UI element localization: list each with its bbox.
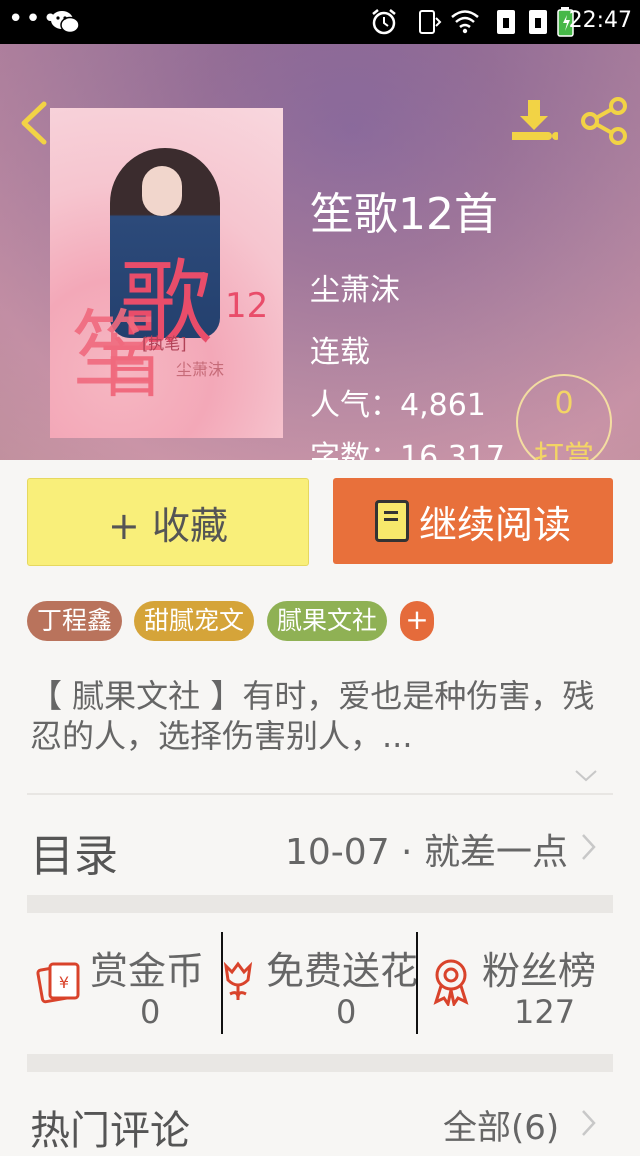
book-icon [374, 500, 409, 542]
vibrate-icon [419, 10, 442, 34]
tag-chip[interactable]: 腻果文社 [267, 601, 388, 641]
chevron-right-icon [582, 834, 596, 860]
status-bar: ••• 22:47 [0, 0, 640, 44]
section-separator [27, 895, 613, 913]
cover-author: 尘萧沫 [176, 360, 225, 379]
tag-chip[interactable]: 丁程鑫 [27, 601, 123, 641]
tip-count: 0 [554, 386, 574, 421]
free-flower-value: 0 [336, 993, 357, 1031]
sim-icon [529, 10, 547, 34]
section-separator [27, 1054, 613, 1072]
share-icon[interactable] [580, 96, 630, 146]
book-description[interactable]: 【 腻果文社 】有时，爱也是种伤害，残忍的人，选择伤害别人，... [30, 676, 600, 756]
back-chevron-icon[interactable] [16, 100, 50, 146]
medal-icon [433, 959, 469, 1006]
clock: 22:47 [568, 8, 632, 33]
divider [27, 793, 613, 795]
book-author[interactable]: 尘萧沫 [310, 265, 400, 309]
cover-number: 12 [225, 286, 269, 326]
alarm-icon [372, 9, 396, 35]
continue-reading-button[interactable]: 继续阅读 [333, 478, 613, 564]
add-tag-button[interactable]: + [400, 601, 434, 641]
chevron-right-icon [582, 1110, 596, 1136]
svg-text:¥: ¥ [59, 973, 69, 992]
tip-button[interactable]: 0 打赏 [516, 374, 612, 475]
book-status: 连载 [310, 335, 370, 370]
favorite-label: + 收藏 [108, 503, 228, 548]
flower-icon [223, 961, 253, 1000]
book-popularity: 人气：4,861 [310, 388, 486, 423]
wifi-icon [451, 10, 479, 34]
toc-latest-chapter: 10-07 · 就差一点 [285, 832, 568, 873]
tag-chip[interactable]: 甜腻宠文 [134, 601, 255, 641]
download-icon[interactable] [510, 98, 558, 144]
toc-label: 目录 [30, 831, 118, 882]
fan-ranking-value: 127 [514, 993, 576, 1031]
free-flower-label: 免费送花 [266, 949, 419, 993]
reward-coin-value: 0 [140, 993, 161, 1031]
cover-subtitle: [执笔] [142, 334, 187, 353]
book-cover[interactable]: 歌 笙 12 首 [执笔] 尘萧沫 [50, 108, 283, 438]
book-title: 笙歌12首 [310, 189, 498, 240]
fan-ranking-label: 粉丝榜 [482, 949, 597, 993]
continue-reading-label: 继续阅读 [418, 502, 571, 547]
favorite-button[interactable]: + 收藏 [27, 478, 309, 566]
chevron-down-icon[interactable] [574, 768, 598, 784]
hot-comments-title: 热门评论 [30, 1108, 190, 1154]
wechat-icon [51, 11, 80, 34]
all-comments-link[interactable]: 全部(6) [443, 1100, 559, 1149]
sim-icon [497, 10, 515, 34]
reward-coin-icon: ¥ [36, 962, 80, 1004]
reward-coin-label: 赏金币 [90, 949, 205, 993]
